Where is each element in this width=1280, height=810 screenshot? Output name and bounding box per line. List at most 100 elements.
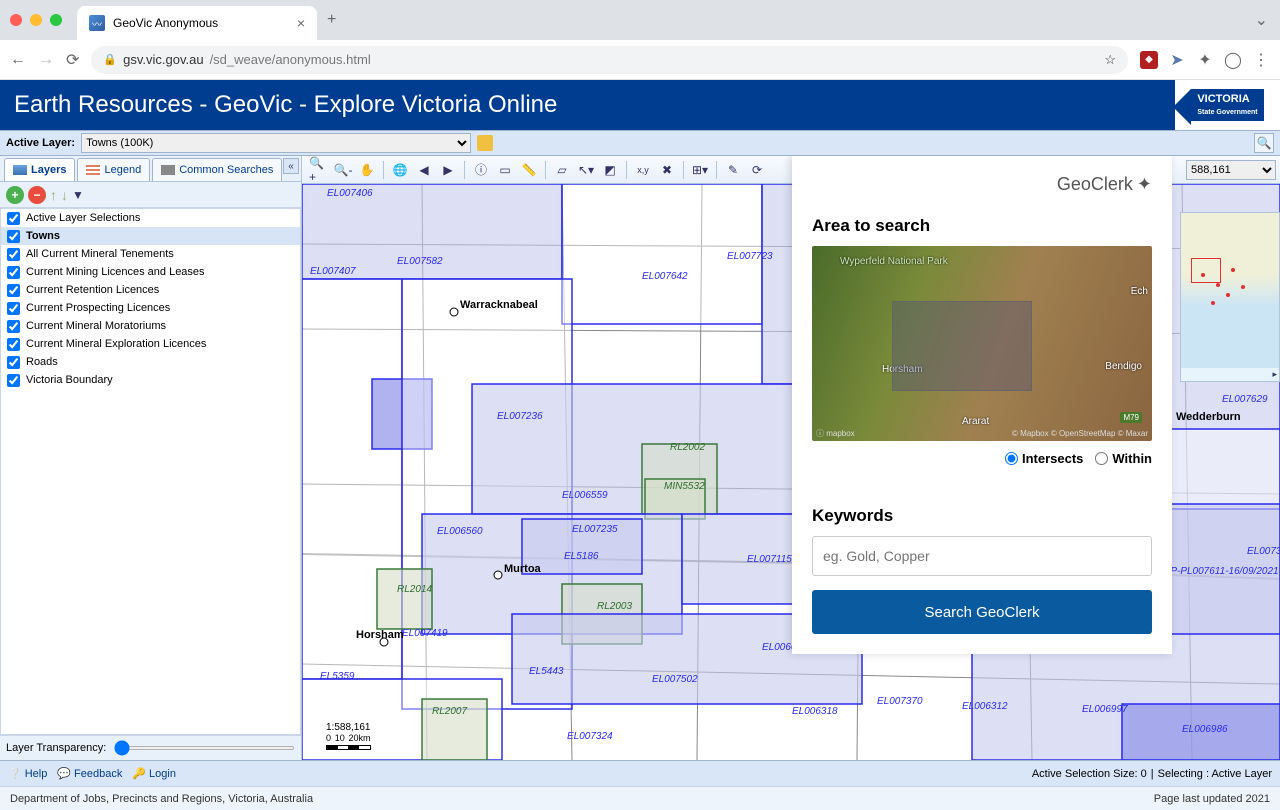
transparency-slider[interactable] bbox=[114, 746, 295, 750]
layer-checkbox[interactable] bbox=[7, 356, 20, 369]
layer-item[interactable]: Current Mineral Exploration Licences bbox=[1, 335, 300, 353]
layer-label: Active Layer Selections bbox=[26, 212, 140, 224]
pan-icon[interactable]: ✋ bbox=[356, 159, 378, 181]
remove-layer-button[interactable]: − bbox=[28, 186, 46, 204]
reload-button[interactable]: ⟳ bbox=[66, 50, 79, 70]
layer-checkbox[interactable] bbox=[7, 284, 20, 297]
xy-icon[interactable]: x,y bbox=[632, 159, 654, 181]
close-window-icon[interactable] bbox=[10, 14, 22, 26]
star-icon[interactable]: ☆ bbox=[1104, 52, 1116, 68]
svg-text:MP-PL007611-16/09/2021: MP-PL007611-16/09/2021 bbox=[1162, 566, 1279, 577]
info-icon[interactable]: ⓘ bbox=[470, 159, 492, 181]
layer-item[interactable]: Current Mineral Moratoriums bbox=[1, 317, 300, 335]
address-bar[interactable]: 🔒 gsv.vic.gov.au/sd_weave/anonymous.html… bbox=[91, 46, 1128, 74]
add-layer-button[interactable]: + bbox=[6, 186, 24, 204]
collapse-panel-button[interactable]: « bbox=[283, 158, 299, 174]
clerk-selection-box[interactable] bbox=[892, 301, 1032, 391]
layer-item[interactable]: All Current Mineral Tenements bbox=[1, 245, 300, 263]
maximize-window-icon[interactable] bbox=[50, 14, 62, 26]
town-wedderburn: Wedderburn bbox=[1176, 411, 1241, 423]
keywords-input[interactable] bbox=[812, 536, 1152, 576]
layer-checkbox[interactable] bbox=[7, 230, 20, 243]
edit-icon[interactable] bbox=[477, 135, 493, 151]
inset-toggle-icon[interactable]: ▸ bbox=[1272, 369, 1277, 380]
radio-within[interactable]: Within bbox=[1095, 451, 1152, 466]
layer-checkbox[interactable] bbox=[7, 302, 20, 315]
zoom-out-icon[interactable]: 🔍- bbox=[332, 159, 354, 181]
ublock-icon[interactable]: ◆ bbox=[1140, 51, 1158, 69]
RL2014 bbox=[377, 569, 432, 629]
world-icon[interactable]: 🌐 bbox=[389, 159, 411, 181]
area-heading: Area to search bbox=[812, 216, 1152, 236]
transparency-row: Layer Transparency: bbox=[0, 735, 301, 760]
layer-item[interactable]: Roads bbox=[1, 353, 300, 371]
layer-label: Victoria Boundary bbox=[26, 374, 113, 386]
svg-text:EL007370: EL007370 bbox=[877, 696, 923, 707]
svg-text:MIN5532: MIN5532 bbox=[664, 481, 705, 492]
layer-checkbox[interactable] bbox=[7, 374, 20, 387]
svg-text:EL007502: EL007502 bbox=[652, 674, 698, 685]
select-poly-icon[interactable]: ◩ bbox=[599, 159, 621, 181]
zoom-prev-icon[interactable]: ◀ bbox=[413, 159, 435, 181]
feedback-icon: 💬 bbox=[57, 767, 71, 780]
pencil-icon[interactable]: ✎ bbox=[722, 159, 744, 181]
zoom-in-icon[interactable]: 🔍+ bbox=[308, 159, 330, 181]
layer-item[interactable]: Current Retention Licences bbox=[1, 281, 300, 299]
layer-item[interactable]: Current Mining Licences and Leases bbox=[1, 263, 300, 281]
overview-map[interactable]: ▸ bbox=[1180, 212, 1280, 382]
login-link[interactable]: 🔑Login bbox=[132, 767, 176, 780]
tab-close-icon[interactable]: × bbox=[297, 15, 305, 31]
search-geoclerk-button[interactable]: Search GeoClerk bbox=[812, 590, 1152, 634]
tab-layers[interactable]: Layers bbox=[4, 158, 75, 181]
select-rect-icon[interactable]: ▱ bbox=[551, 159, 573, 181]
select-arrow-icon[interactable]: ↖▾ bbox=[575, 159, 597, 181]
extensions-icon[interactable]: ✦ bbox=[1196, 51, 1214, 69]
table-icon[interactable]: ⊞▾ bbox=[689, 159, 711, 181]
svg-text:EL5359: EL5359 bbox=[320, 671, 355, 682]
menu-icon[interactable]: ⋮ bbox=[1252, 51, 1270, 69]
identify-icon[interactable]: ▭ bbox=[494, 159, 516, 181]
svg-text:EL007582: EL007582 bbox=[397, 256, 443, 267]
selection-size: Active Selection Size: 0 bbox=[1032, 768, 1147, 780]
cursor-ext-icon[interactable]: ➤ bbox=[1168, 51, 1186, 69]
layer-menu-button[interactable]: ▼ bbox=[72, 188, 84, 202]
coord-display[interactable]: 588,161 bbox=[1186, 160, 1276, 180]
layer-checkbox[interactable] bbox=[7, 320, 20, 333]
minimize-window-icon[interactable] bbox=[30, 14, 42, 26]
new-tab-button[interactable]: + bbox=[327, 11, 336, 29]
clear-icon[interactable]: ✖ bbox=[656, 159, 678, 181]
compass-icon: ✦ bbox=[1137, 174, 1152, 195]
profile-icon[interactable]: ◯ bbox=[1224, 51, 1242, 69]
layer-item[interactable]: Towns bbox=[1, 227, 300, 245]
layers-panel: « Layers Legend Common Searches + − ↑ ↓ … bbox=[0, 156, 302, 760]
town-murtoa: Murtoa bbox=[504, 563, 542, 575]
tab-common-searches[interactable]: Common Searches bbox=[152, 158, 282, 181]
layer-item[interactable]: Victoria Boundary bbox=[1, 371, 300, 389]
layer-checkbox[interactable] bbox=[7, 248, 20, 261]
radio-intersects[interactable]: Intersects bbox=[1005, 451, 1083, 466]
layer-item[interactable]: Current Prospecting Licences bbox=[1, 299, 300, 317]
measure-icon[interactable]: 📏 bbox=[518, 159, 540, 181]
searches-icon bbox=[161, 165, 175, 175]
feedback-link[interactable]: 💬Feedback bbox=[57, 767, 122, 780]
layer-item[interactable]: Active Layer Selections bbox=[1, 209, 300, 227]
chevron-down-icon[interactable]: ⌄ bbox=[1255, 10, 1268, 30]
svg-text:EL007236: EL007236 bbox=[497, 411, 543, 422]
clerk-area-map[interactable]: Wyperfeld National Park Horsham Bendigo … bbox=[812, 246, 1152, 441]
help-link[interactable]: ❔Help bbox=[8, 767, 47, 780]
svg-text:EL5186: EL5186 bbox=[564, 551, 599, 562]
search-button[interactable]: 🔍 bbox=[1254, 133, 1274, 153]
zoom-next-icon[interactable]: ▶ bbox=[437, 159, 459, 181]
layer-checkbox[interactable] bbox=[7, 266, 20, 279]
layer-checkbox[interactable] bbox=[7, 212, 20, 225]
move-down-button[interactable]: ↓ bbox=[61, 187, 68, 203]
tab-legend[interactable]: Legend bbox=[77, 158, 150, 181]
back-button[interactable]: ← bbox=[10, 51, 26, 69]
browser-tab[interactable]: 〰 GeoVic Anonymous × bbox=[77, 6, 317, 40]
map-viewport: 🔍+ 🔍- ✋ 🌐 ◀ ▶ ⓘ ▭ 📏 ▱ ↖▾ ◩ x,y ✖ ⊞▾ ✎ ⟳ … bbox=[302, 156, 1280, 760]
active-layer-select[interactable]: Towns (100K) bbox=[81, 133, 471, 153]
layer-checkbox[interactable] bbox=[7, 338, 20, 351]
move-up-button[interactable]: ↑ bbox=[50, 187, 57, 203]
refresh-icon[interactable]: ⟳ bbox=[746, 159, 768, 181]
app-header: Earth Resources - GeoVic - Explore Victo… bbox=[0, 80, 1280, 130]
